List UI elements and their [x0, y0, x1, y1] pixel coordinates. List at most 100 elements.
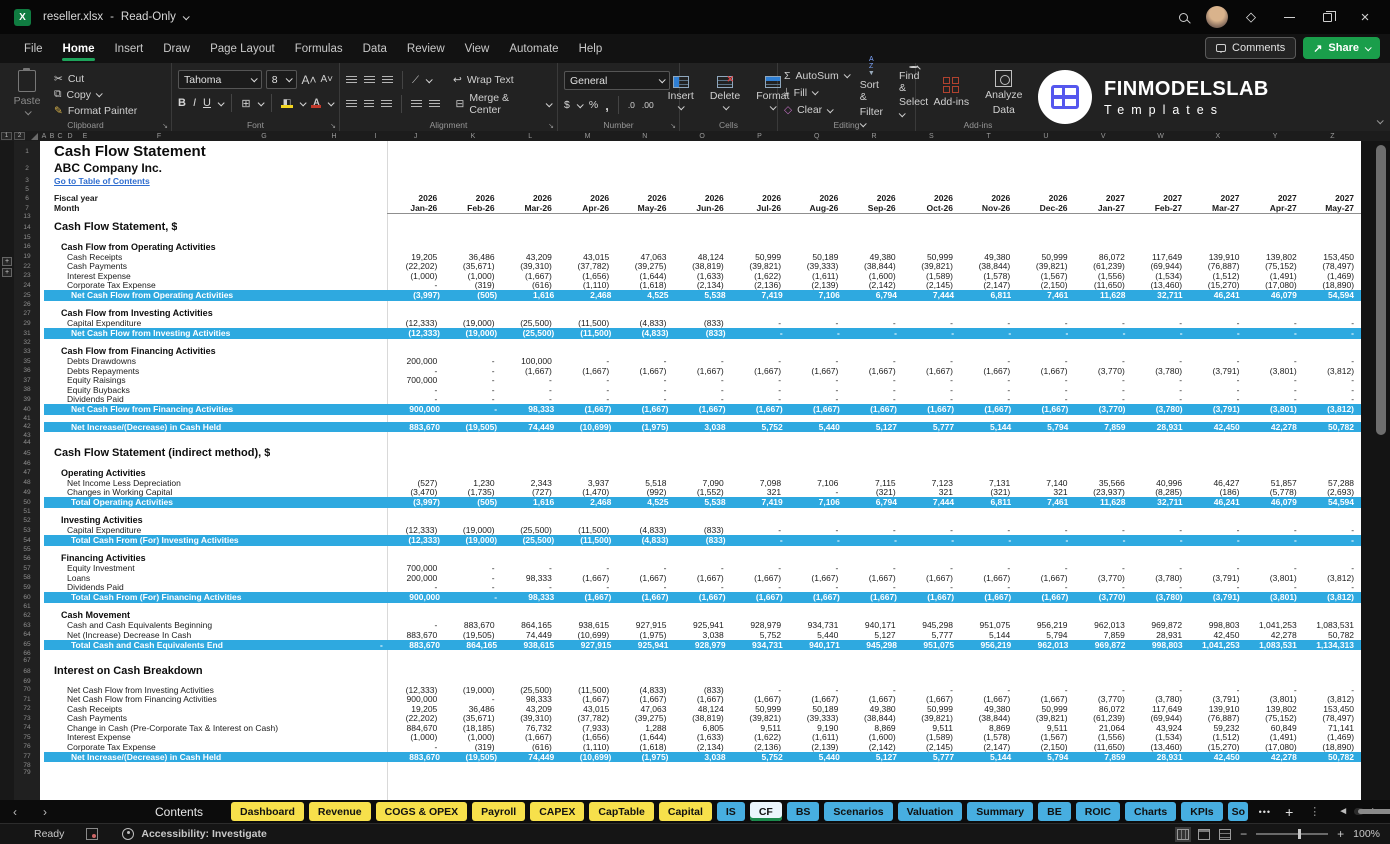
cell-value[interactable]: -	[788, 563, 845, 573]
cell-value[interactable]: (4,833)	[616, 685, 673, 695]
cell-value[interactable]: (76,887)	[1189, 713, 1246, 723]
cell-value[interactable]: -	[1017, 685, 1074, 695]
column-header-A[interactable]: A	[40, 131, 48, 141]
copy-button[interactable]: ⧉Copy	[54, 88, 137, 101]
cell-value[interactable]: -	[731, 356, 788, 366]
cell-value[interactable]: Dec-26	[1017, 203, 1074, 214]
row-label-cell[interactable]: Dividends Paid	[40, 582, 387, 592]
cell-value[interactable]: -	[845, 394, 902, 404]
cell-value[interactable]: -	[1246, 525, 1303, 535]
cell-value[interactable]: -	[559, 582, 616, 592]
cell-value[interactable]: (1,567)	[1017, 732, 1074, 742]
cell-value[interactable]: (1,552)	[673, 487, 730, 497]
cell-value[interactable]: (1,618)	[616, 742, 673, 752]
cell-value[interactable]: 43,209	[502, 704, 559, 714]
chevron-down-icon[interactable]	[257, 99, 264, 106]
cell-value[interactable]: (1,667)	[731, 573, 788, 583]
cell-value[interactable]: (25,500)	[502, 525, 559, 535]
cell-value[interactable]: 49,380	[845, 704, 902, 714]
cell-value[interactable]: (1,600)	[845, 732, 902, 742]
cell-value[interactable]: (4,833)	[618, 328, 675, 338]
cell-value[interactable]: -	[845, 375, 902, 385]
cell-value[interactable]: -	[616, 394, 673, 404]
cell-value[interactable]: -	[1075, 385, 1132, 395]
cell-value[interactable]: Aug-26	[788, 203, 845, 214]
cell-value[interactable]: 5,752	[733, 752, 790, 762]
cell-value[interactable]: 2026	[1017, 193, 1074, 203]
cell-value[interactable]: (321)	[845, 487, 902, 497]
chevron-down-icon[interactable]	[328, 99, 335, 106]
cell-value[interactable]: 5,794	[1018, 752, 1075, 762]
cell-value[interactable]: -	[731, 525, 788, 535]
cell-value[interactable]: (7,933)	[559, 723, 616, 733]
cell-value[interactable]: (3,770)	[1075, 592, 1132, 602]
row-number[interactable]: 40	[14, 404, 40, 415]
cell-value[interactable]: Jan-27	[1075, 203, 1132, 214]
column-header-Q[interactable]: Q	[788, 131, 845, 141]
chevron-down-icon[interactable]	[218, 99, 225, 106]
cell-value[interactable]: (1,600)	[845, 271, 902, 281]
cell-value[interactable]: (1,667)	[904, 592, 961, 602]
row-label-cell[interactable]: Loans	[40, 573, 387, 583]
row-label-cell[interactable]: Interest on Cash Breakdown	[40, 665, 203, 677]
cell-value[interactable]: (1,000)	[444, 271, 501, 281]
cell-value[interactable]: -	[788, 318, 845, 328]
horizontal-scroll-thumb[interactable]	[1358, 809, 1390, 814]
cell-value[interactable]: 5,127	[847, 422, 904, 432]
cell-value[interactable]: (25,500)	[502, 685, 559, 695]
cell-value[interactable]: 2,468	[561, 290, 618, 300]
cell-value[interactable]: (3,997)	[390, 497, 447, 507]
row-number[interactable]: 24	[14, 281, 40, 291]
cell-value[interactable]: (1,667)	[616, 694, 673, 704]
cell-value[interactable]: (19,505)	[447, 752, 504, 762]
cell-value[interactable]: (1,667)	[733, 592, 790, 602]
search-button[interactable]	[1168, 4, 1198, 30]
cell-value[interactable]: 927,915	[616, 620, 673, 630]
cell-value[interactable]: 6,794	[847, 497, 904, 507]
cell-value[interactable]: Mar-27	[1189, 203, 1246, 214]
cell-value[interactable]: -	[444, 563, 501, 573]
cell-value[interactable]: (39,310)	[502, 713, 559, 723]
macro-record-icon[interactable]	[86, 828, 98, 840]
cell-value[interactable]: -	[559, 356, 616, 366]
cell-value[interactable]: -	[1189, 525, 1246, 535]
row-label-cell[interactable]: Change in Cash (Pre-Corporate Tax & Inte…	[40, 723, 387, 733]
cell-value[interactable]: (19,505)	[444, 630, 501, 640]
cell-value[interactable]: 321	[1017, 487, 1074, 497]
cell-value[interactable]: 7,098	[731, 478, 788, 488]
row-number[interactable]: 51	[14, 508, 40, 515]
cell-value[interactable]: -	[790, 535, 847, 545]
row-number[interactable]: 57	[14, 564, 40, 574]
cell-value[interactable]: -	[788, 487, 845, 497]
row-number[interactable]: 36	[14, 366, 40, 376]
cell-value[interactable]: 2,343	[502, 478, 559, 488]
row-label-cell[interactable]: Net Increase/(Decrease) in Cash Held	[44, 422, 390, 432]
row-number[interactable]: 37	[14, 376, 40, 386]
cell-value[interactable]: 2026	[673, 193, 730, 203]
outline-expand-button[interactable]: +	[2, 257, 12, 266]
cell-value[interactable]: (1,667)	[561, 404, 618, 414]
cell-value[interactable]: -	[845, 563, 902, 573]
cell-value[interactable]: 200,000	[387, 573, 444, 583]
cell-value[interactable]: 42,278	[1246, 630, 1303, 640]
cell-value[interactable]: 98,333	[502, 573, 559, 583]
cell-value[interactable]: (1,656)	[559, 271, 616, 281]
cell-value[interactable]: -	[731, 582, 788, 592]
cell-value[interactable]: -	[845, 685, 902, 695]
cell-value[interactable]: (1,667)	[676, 404, 733, 414]
cell-value[interactable]: 46,241	[1190, 497, 1247, 507]
cell-value[interactable]: (39,310)	[502, 261, 559, 271]
cell-value[interactable]: 5,144	[961, 422, 1018, 432]
cell-value[interactable]: 7,106	[790, 497, 847, 507]
cell-value[interactable]: (1,667)	[559, 366, 616, 376]
ribbon-tab-home[interactable]: Home	[53, 37, 105, 61]
cell-value[interactable]: 6,811	[961, 290, 1018, 300]
row-label-cell[interactable]: Cash Payments	[40, 713, 387, 723]
cell-value[interactable]: -	[387, 582, 444, 592]
cell-value[interactable]: 11,628	[1075, 290, 1132, 300]
grow-font-button[interactable]: A˄	[301, 73, 316, 87]
row-label-cell[interactable]: Net Increase/(Decrease) in Cash Held	[44, 752, 390, 762]
cell-value[interactable]: 3,038	[676, 752, 733, 762]
cell-value[interactable]: 2027	[1189, 193, 1246, 203]
cell-value[interactable]: (1,534)	[1132, 732, 1189, 742]
